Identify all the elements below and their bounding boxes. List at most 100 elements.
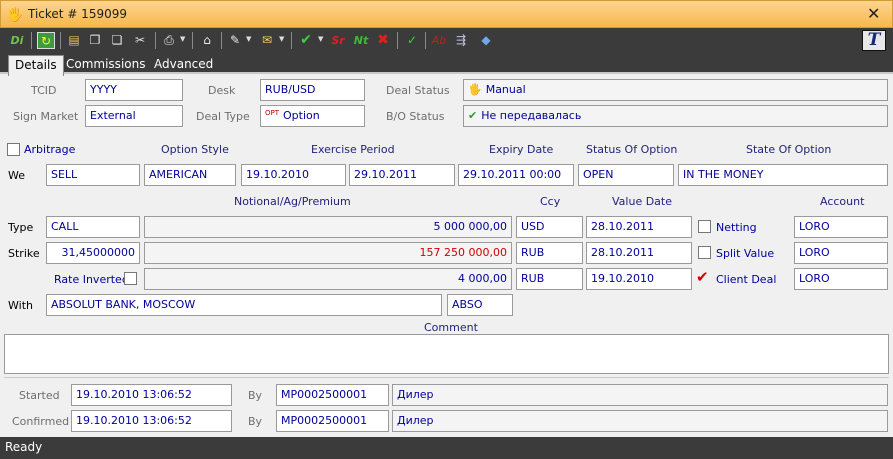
close-button[interactable]: ✕ [867,4,880,23]
print-icon[interactable]: ⎙ [160,32,178,49]
client-deal-check-icon[interactable]: ✔ [696,268,709,286]
netting-checkbox[interactable] [698,220,711,233]
bo-check-icon: ✔ [468,109,478,122]
status-of-option-header: Status Of Option [586,143,678,156]
notional-amount-field[interactable]: 5 000 000,00 [144,216,512,238]
account-field[interactable]: LORO [794,216,888,238]
notional-value-date-field[interactable]: 28.10.2011 [586,216,692,238]
premium-account-field[interactable]: LORO [794,268,888,290]
open-folder-icon[interactable]: ▤ [65,32,83,49]
premium-value-date-field[interactable]: 19.10.2010 [586,268,692,290]
comment-field[interactable] [4,334,889,374]
notional-header: Notional/Ag/Premium [234,195,351,208]
tab-advanced[interactable]: Advanced [154,57,213,71]
tab-commissions[interactable]: Commissions [66,57,145,71]
strike-ccy-field[interactable]: RUB [516,242,583,264]
ccy-header: Ccy [540,195,561,208]
notional-ccy-field[interactable]: USD [516,216,583,238]
chevron-down-icon[interactable]: ▼ [180,35,185,43]
home-icon[interactable]: ⌂ [198,32,216,49]
status-text: Ready [5,440,43,454]
exercise-period-header: Exercise Period [311,143,395,156]
strike-field[interactable]: 31,45000000 [46,242,140,264]
strike-account-field[interactable]: LORO [794,242,888,264]
deal-status-field[interactable]: 🖐 Manual [463,79,888,101]
status-bar: Ready [0,437,893,459]
split-value-checkbox[interactable] [698,246,711,259]
dealer-button[interactable]: Di [8,32,26,49]
diamond-icon[interactable]: ◆ [477,32,495,49]
started-datetime-field[interactable]: 19.10.2010 13:06:52 [71,384,232,406]
refresh-icon[interactable]: ↻ [37,32,55,49]
status-of-option-field[interactable]: OPEN [578,164,674,186]
confirmed-datetime-field[interactable]: 19.10.2010 13:06:52 [71,410,232,432]
exercise-to-field[interactable]: 29.10.2011 [349,164,455,186]
sr-button[interactable]: Sr [329,32,347,49]
toolbar-separator [291,32,292,49]
value-date-header: Value Date [612,195,672,208]
toolbar-separator [60,32,61,49]
side-field[interactable]: SELL [46,164,140,186]
chevron-down-icon[interactable]: ▼ [279,35,284,43]
client-deal-label: Client Deal [716,273,777,286]
expiry-date-header: Expiry Date [489,143,554,156]
desk-field[interactable]: RUB/USD [260,79,365,101]
manual-hand-icon: 🖐 [468,83,482,96]
chevron-down-icon[interactable]: ▼ [246,35,251,43]
state-of-option-header: State Of Option [746,143,832,156]
rate-inverted-checkbox[interactable] [124,272,137,285]
option-icon: OPT [265,109,280,117]
confirmed-by-label: By [248,415,263,428]
tab-bar: Details Commissions Advanced [0,52,893,76]
confirmed-role-field[interactable]: Дилер [392,410,888,432]
ab-button[interactable]: Ab [430,32,448,49]
sign-market-label: Sign Market [13,110,79,123]
type-field[interactable]: CALL [46,216,140,238]
copy-icon[interactable]: ❐ [86,32,104,49]
desk-label: Desk [208,84,236,97]
confirmed-user-field[interactable]: MP0002500001 [276,410,389,432]
bo-check-icon[interactable]: ✓ [403,32,421,49]
strike-amount-field[interactable]: 157 250 000,00 [144,242,512,264]
arbitrage-checkbox[interactable] [7,143,20,156]
app-logo: T [862,30,886,51]
toolbar-separator [221,32,222,49]
cancel-icon[interactable]: ✖ [374,32,392,49]
tab-details[interactable]: Details [8,55,64,76]
counterparty-field[interactable]: ABSOLUT BANK, MOSCOW [46,294,442,316]
rate-inverted-label: Rate Inverted [54,273,129,286]
type-label: Type [8,221,34,234]
paste-icon[interactable]: ❏ [108,32,126,49]
premium-amount-field[interactable]: 4 000,00 [144,268,512,290]
deal-type-field[interactable]: OPT Option [260,105,365,127]
premium-ccy-field[interactable]: RUB [516,268,583,290]
toolbar: Di ↻ ▤ ❐ ❏ ✂ ⎙ ▼ ⌂ ✎ ▼ ✉ ▼ ✔ ▼ Sr Nt ✖ ✓… [0,28,893,52]
divider [4,377,889,378]
strike-value-date-field[interactable]: 28.10.2011 [586,242,692,264]
toolbar-separator [192,32,193,49]
deal-status-label: Deal Status [386,84,450,97]
with-label: With [8,299,33,312]
arbitrage-label: Arbitrage [24,143,76,156]
note-icon[interactable]: ✉ [258,32,276,49]
check-icon[interactable]: ✔ [297,32,315,49]
counterparty-code-field[interactable]: ABSO [447,294,513,316]
state-of-option-field[interactable]: IN THE MONEY [678,164,888,186]
netting-label: Netting [716,221,757,234]
network-icon[interactable]: ⇶ [452,32,470,49]
option-style-field[interactable]: AMERICAN [144,164,236,186]
sign-market-field[interactable]: External [85,105,183,127]
tcid-field[interactable]: YYYY [85,79,183,101]
started-label: Started [19,389,60,402]
toolbar-separator [425,32,426,49]
started-user-field[interactable]: MP0002500001 [276,384,389,406]
chevron-down-icon[interactable]: ▼ [318,35,323,43]
started-role-field[interactable]: Дилер [392,384,888,406]
tools-icon[interactable]: ✂ [131,32,149,49]
edit-icon[interactable]: ✎ [226,32,244,49]
nt-button[interactable]: Nt [352,32,370,49]
expiry-date-field[interactable]: 29.10.2011 00:00 [458,164,574,186]
bo-status-field[interactable]: ✔ Не передавалась [463,105,888,127]
exercise-from-field[interactable]: 19.10.2010 [241,164,346,186]
deal-type-label: Deal Type [196,110,250,123]
